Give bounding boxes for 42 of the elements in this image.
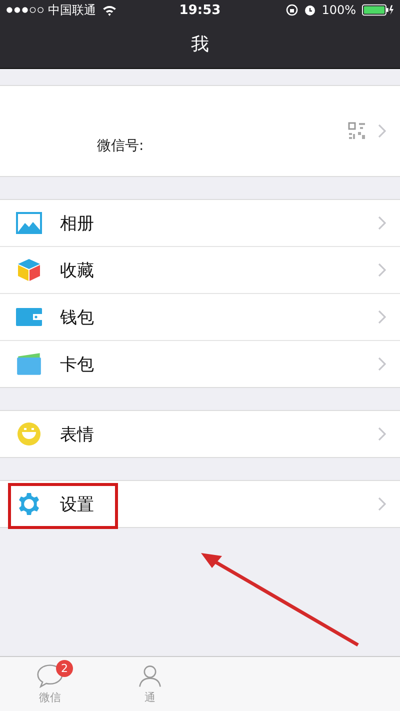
chevron-icon — [378, 216, 386, 230]
menu-item[interactable]: 相册 — [0, 200, 400, 247]
menu-item[interactable]: 钱包 — [0, 294, 400, 341]
menu-item[interactable]: 设置 — [0, 481, 400, 527]
wifi-icon — [102, 4, 117, 16]
menu-label: 表情 — [60, 424, 95, 446]
chevron-icon — [378, 124, 386, 138]
menu-label: 钱包 — [60, 306, 95, 328]
page-title: 我 — [191, 33, 209, 56]
settings-icon — [16, 492, 42, 516]
menu-label: 卡包 — [60, 354, 95, 376]
menu-label: 设置 — [60, 494, 95, 516]
chevron-icon — [378, 263, 386, 277]
tab-label: 通 — [144, 690, 156, 705]
person-icon — [136, 663, 164, 688]
alarm-icon — [304, 4, 316, 16]
tab-item[interactable]: 2 微信 — [0, 657, 100, 711]
chevron-icon — [378, 357, 386, 371]
battery-percent: 100% — [322, 3, 356, 17]
rotation-lock-icon — [286, 4, 298, 16]
smiley-icon — [16, 422, 42, 446]
menu-label: 收藏 — [60, 260, 95, 282]
menu-item[interactable]: 卡包 — [0, 341, 400, 387]
cube-icon — [16, 258, 42, 282]
carrier-name: 中国联通 — [48, 2, 96, 18]
signal-icon — [6, 6, 44, 14]
unread-badge: 2 — [56, 660, 73, 677]
landscape-icon — [16, 211, 42, 235]
chevron-icon — [378, 310, 386, 324]
menu-item[interactable]: 表情 — [0, 411, 400, 457]
profile-card[interactable]: 微信号: — [0, 85, 400, 177]
wallet-icon — [16, 305, 42, 329]
chevron-icon — [378, 427, 386, 441]
chevron-icon — [378, 497, 386, 511]
clock-time: 19:53 — [179, 2, 221, 18]
menu-item[interactable]: 收藏 — [0, 247, 400, 294]
qr-code-icon[interactable] — [348, 122, 366, 140]
tab-label: 微信 — [39, 690, 61, 705]
wechat-id-label: 微信号: — [97, 137, 144, 155]
card-holder-icon — [16, 352, 42, 376]
menu-label: 相册 — [60, 212, 95, 234]
battery-icon — [362, 4, 394, 16]
